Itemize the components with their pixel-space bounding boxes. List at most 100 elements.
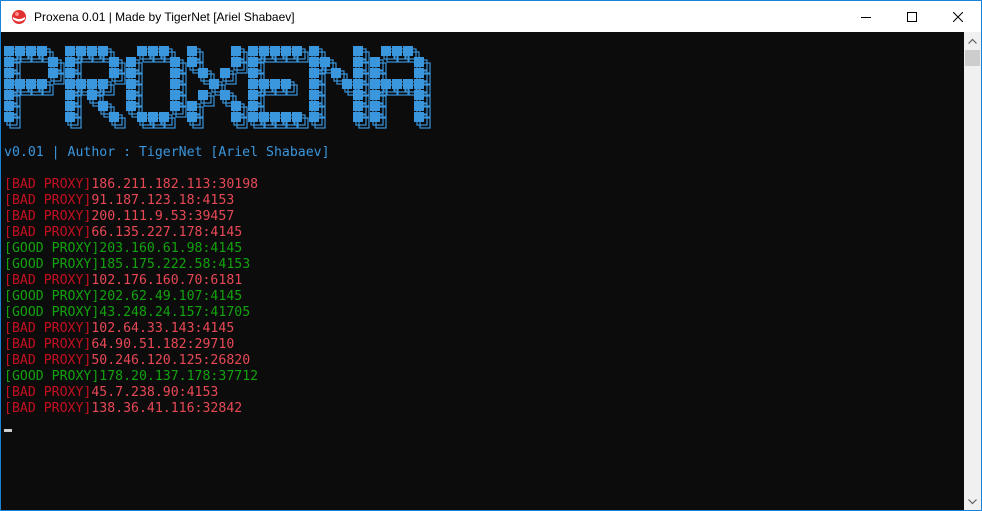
logo-pixel — [353, 101, 363, 111]
proxena-ascii-logo — [4, 46, 431, 129]
logo-pixel — [353, 90, 363, 100]
logo-pixel — [259, 112, 269, 122]
close-button[interactable] — [935, 1, 981, 32]
log-line: [GOOD PROXY]43.248.24.157:41705 — [4, 305, 258, 321]
log-line: [GOOD PROXY]202.62.49.107:4145 — [4, 289, 258, 305]
logo-pixel — [198, 68, 208, 78]
proxy-status-tag: [GOOD PROXY] — [4, 369, 100, 384]
proxy-status-tag: [BAD PROXY] — [4, 273, 92, 288]
logo-pixel — [370, 79, 380, 89]
proxy-address: 178.20.137.178:37712 — [99, 369, 259, 384]
logo-pixel — [76, 46, 86, 56]
logo-pixel — [15, 79, 25, 89]
proxy-status-tag: [BAD PROXY] — [4, 353, 92, 368]
logo-pixel — [126, 57, 136, 67]
console-output[interactable]: v0.01 | Author : TigerNet [Ariel Shabaev… — [1, 32, 964, 510]
logo-pixel — [159, 46, 169, 56]
logo-pixel — [248, 46, 258, 56]
logo-text — [4, 46, 431, 129]
proxy-status-tag: [BAD PROXY] — [4, 177, 92, 192]
logo-pixel — [126, 90, 136, 100]
proxy-address: 64.90.51.182:29710 — [91, 337, 235, 352]
logo-pixel — [87, 79, 97, 89]
logo-pixel — [209, 79, 219, 89]
proxy-status-tag: [GOOD PROXY] — [4, 257, 100, 272]
logo-pixel — [37, 46, 47, 56]
logo-pixel — [248, 57, 258, 67]
scroll-thumb[interactable] — [965, 50, 980, 66]
log-line: [BAD PROXY]186.211.182.113:30198 — [4, 177, 258, 193]
logo-pixel — [231, 112, 241, 122]
proxy-address: 203.160.61.98:4145 — [99, 241, 243, 256]
logo-pixel — [414, 112, 424, 122]
logo-pixel — [187, 112, 197, 122]
logo-pixel — [65, 90, 75, 100]
logo-pixel — [403, 79, 413, 89]
logo-pixel — [65, 46, 75, 56]
logo-pixel — [65, 68, 75, 78]
logo-pixel — [381, 46, 391, 56]
logo-pixel — [4, 68, 14, 78]
proxy-address: 66.135.227.178:4145 — [91, 225, 243, 240]
logo-pixel — [170, 79, 180, 89]
logo-pixel — [248, 68, 258, 78]
log-line: [BAD PROXY]200.111.9.53:39457 — [4, 209, 258, 225]
scroll-down-button[interactable] — [964, 493, 981, 510]
log-line: [BAD PROXY]64.90.51.182:29710 — [4, 337, 258, 353]
proxy-address: 91.187.123.18:4153 — [91, 193, 235, 208]
logo-pixel — [353, 46, 363, 56]
scroll-up-button[interactable] — [964, 32, 981, 49]
logo-pixel — [4, 79, 14, 89]
log-line: [BAD PROXY]102.64.33.143:4145 — [4, 321, 258, 337]
logo-pixel — [26, 79, 36, 89]
logo-pixel — [231, 57, 241, 67]
logo-pixel — [403, 46, 413, 56]
logo-pixel — [15, 46, 25, 56]
window-title: Proxena 0.01 | Made by TigerNet [Ariel S… — [34, 10, 295, 24]
logo-pixel — [87, 46, 97, 56]
proxy-address: 200.111.9.53:39457 — [91, 209, 235, 224]
logo-pixel — [37, 79, 47, 89]
log-line: [BAD PROXY]66.135.227.178:4145 — [4, 225, 258, 241]
logo-pixel — [198, 90, 208, 100]
logo-pixel — [231, 46, 241, 56]
text-cursor — [4, 429, 12, 432]
minimize-button[interactable] — [843, 1, 889, 32]
console-window: Proxena 0.01 | Made by TigerNet [Ariel S… — [0, 0, 982, 511]
logo-pixel — [87, 90, 97, 100]
proxy-address: 45.7.238.90:4153 — [91, 385, 219, 400]
logo-pixel — [309, 57, 319, 67]
app-icon[interactable] — [11, 9, 27, 25]
logo-pixel — [353, 68, 363, 78]
logo-pixel — [231, 101, 241, 111]
logo-pixel — [48, 68, 58, 78]
logo-pixel — [259, 79, 269, 89]
maximize-button[interactable] — [889, 1, 935, 32]
logo-pixel — [370, 90, 380, 100]
logo-pixel — [65, 112, 75, 122]
proxy-address: 102.64.33.143:4145 — [91, 321, 235, 336]
logo-pixel — [281, 46, 291, 56]
proxy-status-tag: [GOOD PROXY] — [4, 305, 100, 320]
logo-pixel — [98, 46, 108, 56]
logo-pixel — [137, 112, 147, 122]
proxy-status-tag: [GOOD PROXY] — [4, 241, 100, 256]
logo-pixel — [4, 46, 14, 56]
logo-pixel — [353, 79, 363, 89]
logo-pixel — [126, 79, 136, 89]
logo-pixel — [392, 79, 402, 89]
logo-pixel — [98, 79, 108, 89]
logo-pixel — [370, 57, 380, 67]
proxy-address: 50.246.120.125:26820 — [91, 353, 251, 368]
log-line: [BAD PROXY]91.187.123.18:4153 — [4, 193, 258, 209]
logo-pixel — [270, 112, 280, 122]
logo-pixel — [248, 101, 258, 111]
title-bar[interactable]: Proxena 0.01 | Made by TigerNet [Ariel S… — [1, 1, 981, 32]
logo-pixel — [48, 57, 58, 67]
logo-pixel — [392, 46, 402, 56]
logo-pixel — [292, 112, 302, 122]
vertical-scrollbar[interactable] — [964, 32, 981, 510]
logo-pixel — [126, 101, 136, 111]
logo-pixel — [126, 68, 136, 78]
minimize-icon — [861, 16, 871, 18]
